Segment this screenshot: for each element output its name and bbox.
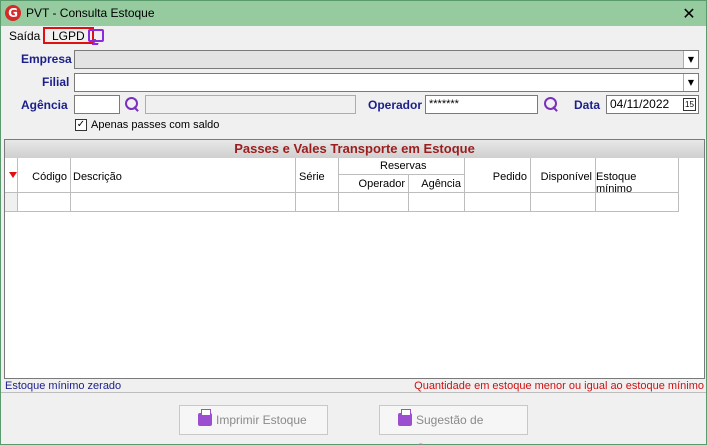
agencia-name-field <box>145 95 356 114</box>
filial-label: Filial <box>42 75 70 89</box>
chevron-down-icon[interactable]: ▼ <box>683 51 698 68</box>
col-header-reserva-operador[interactable]: Operador <box>339 175 409 193</box>
col-header-descricao[interactable]: Descrição <box>71 158 296 193</box>
empresa-label: Empresa <box>21 52 72 66</box>
print-stock-button[interactable]: Imprimir Estoque <box>179 405 328 435</box>
menu-bar: Saída LGPD <box>1 26 706 46</box>
calendar-icon[interactable]: 15 <box>683 98 696 111</box>
col-header-reservas: Reservas <box>339 158 465 175</box>
cell-codigo[interactable] <box>18 193 71 212</box>
agencia-code-input[interactable] <box>74 95 120 114</box>
close-button[interactable]: ✕ <box>672 1 706 26</box>
button-bar: Imprimir Estoque Sugestão de Compra <box>1 392 706 445</box>
operador-label: Operador <box>368 98 423 112</box>
row-indicator-header <box>5 158 18 193</box>
col-header-pedido[interactable]: Pedido <box>465 158 531 193</box>
data-input[interactable]: 04/11/2022 15 <box>606 95 699 114</box>
menu-item-lgpd[interactable]: LGPD <box>43 27 94 44</box>
legend-zero-minimum: Estoque mínimo zerado <box>5 380 122 392</box>
row-indicator-cell[interactable] <box>5 193 18 212</box>
data-label: Data <box>574 98 601 112</box>
saldo-checkbox[interactable]: ✓ <box>75 119 87 131</box>
title-bar: G PVT - Consulta Estoque ✕ <box>1 1 706 26</box>
operador-search-icon[interactable] <box>543 96 559 112</box>
print-stock-label: Imprimir Estoque <box>216 413 307 427</box>
cell-estoque-minimo[interactable] <box>596 193 679 212</box>
cell-reserva-agencia[interactable] <box>409 193 465 212</box>
operador-input[interactable]: ******* <box>425 95 538 114</box>
stock-grid: Passes e Vales Transporte em Estoque Cód… <box>4 139 705 379</box>
col-header-disponivel[interactable]: Disponível <box>531 158 596 193</box>
window-title: PVT - Consulta Estoque <box>26 6 155 20</box>
printer-icon <box>198 409 212 426</box>
cell-reserva-operador[interactable] <box>339 193 409 212</box>
saldo-checkbox-label: Apenas passes com saldo <box>91 119 220 131</box>
col-header-reserva-agencia[interactable]: Agência <box>409 175 465 193</box>
chevron-down-icon[interactable]: ▼ <box>683 74 698 91</box>
filial-select[interactable]: ▼ <box>74 73 699 92</box>
agencia-label: Agência <box>21 98 68 112</box>
col-header-codigo[interactable]: Código <box>18 158 71 193</box>
chat-icon[interactable] <box>88 29 104 42</box>
purchase-suggestion-button[interactable]: Sugestão de Compra <box>379 405 528 445</box>
cell-disponivel[interactable] <box>531 193 596 212</box>
grid-title: Passes e Vales Transporte em Estoque <box>5 140 704 158</box>
app-logo-icon: G <box>5 5 21 21</box>
cell-pedido[interactable] <box>465 193 531 212</box>
menu-item-saida[interactable]: Saída <box>9 29 40 43</box>
col-header-serie[interactable]: Série <box>296 158 339 193</box>
printer-icon <box>398 409 412 426</box>
legend-below-minimum: Quantidade em estoque menor ou igual ao … <box>414 380 704 392</box>
purchase-suggestion-label: Sugestão de Compra <box>416 413 484 445</box>
col-header-estoque-minimo[interactable]: Estoque mínimo <box>596 158 679 195</box>
sort-arrow-icon <box>9 172 17 178</box>
agencia-search-icon[interactable] <box>124 96 140 112</box>
data-value: 04/11/2022 <box>610 97 670 111</box>
empresa-select[interactable]: ▼ <box>74 50 699 69</box>
cell-descricao[interactable] <box>71 193 296 212</box>
cell-serie[interactable] <box>296 193 339 212</box>
app-window: G PVT - Consulta Estoque ✕ Saída LGPD Em… <box>0 0 707 445</box>
